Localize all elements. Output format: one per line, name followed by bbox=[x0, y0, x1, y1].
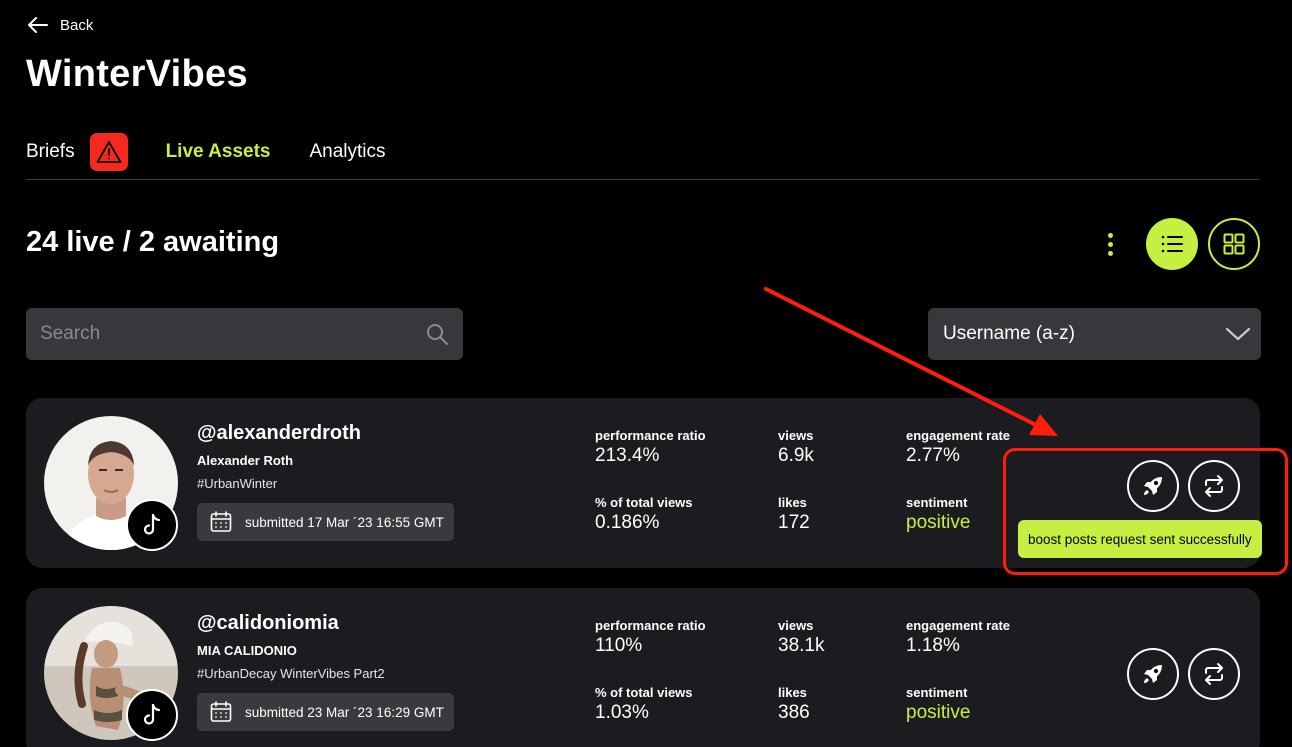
stat-value: 38.1k bbox=[778, 635, 825, 656]
stat-label: performance ratio bbox=[595, 618, 706, 633]
calendar-icon bbox=[210, 511, 232, 532]
tabs-divider bbox=[26, 179, 1260, 180]
submitted-date: submitted 23 Mar ´23 16:29 GMT bbox=[245, 704, 444, 720]
stat-engagement-rate: engagement rate 2.77% bbox=[906, 428, 1010, 467]
asset-count-heading: 24 live / 2 awaiting bbox=[26, 226, 280, 258]
tab-bar: Briefs Live Assets Analytics bbox=[26, 133, 386, 171]
calendar-icon bbox=[210, 701, 232, 722]
tab-live-assets[interactable]: Live Assets bbox=[166, 141, 271, 163]
search-icon[interactable] bbox=[425, 322, 449, 346]
arrow-left-icon bbox=[28, 17, 48, 33]
stat-engagement-rate: engagement rate 1.18% bbox=[906, 618, 1010, 657]
stat-value: 1.03% bbox=[595, 702, 649, 723]
stat-label: likes bbox=[778, 685, 807, 700]
tiktok-icon bbox=[143, 513, 161, 535]
stat-label: views bbox=[778, 618, 814, 633]
stat-performance-ratio: performance ratio 110% bbox=[595, 618, 706, 657]
repost-icon bbox=[1205, 663, 1223, 685]
stat-value: 0.186% bbox=[595, 512, 660, 533]
submitted-badge: submitted 17 Mar ´23 16:55 GMT bbox=[197, 503, 454, 541]
page-title: WinterVibes bbox=[26, 53, 248, 95]
rocket-icon bbox=[1144, 665, 1162, 683]
stat-label: likes bbox=[778, 495, 807, 510]
stat-value: 6.9k bbox=[778, 445, 814, 466]
sort-dropdown[interactable]: Username (a-z) bbox=[928, 308, 1261, 360]
tab-briefs[interactable]: Briefs bbox=[26, 133, 128, 171]
creator-name: Alexander Roth bbox=[197, 453, 294, 468]
stat-performance-ratio: performance ratio 213.4% bbox=[595, 428, 706, 467]
submitted-date: submitted 17 Mar ´23 16:55 GMT bbox=[245, 514, 444, 530]
stat-value: 172 bbox=[778, 512, 810, 533]
search-input[interactable] bbox=[26, 308, 463, 360]
stat-value: 1.18% bbox=[906, 635, 960, 656]
stat-value: positive bbox=[906, 702, 971, 723]
stat-likes: likes 172 bbox=[778, 495, 810, 534]
tiktok-badge bbox=[126, 689, 178, 741]
asset-card[interactable]: @calidoniomia MIA CALIDONIO #UrbanDecay … bbox=[26, 588, 1260, 747]
stat-views: views 38.1k bbox=[778, 618, 824, 657]
stat-value: 2.77% bbox=[906, 445, 960, 466]
hashtags: #UrbanWinter bbox=[197, 476, 278, 491]
stat-likes: likes 386 bbox=[778, 685, 810, 724]
stat-pct-total-views: % of total views 0.186% bbox=[595, 495, 693, 534]
stat-views: views 6.9k bbox=[778, 428, 814, 467]
stat-label: engagement rate bbox=[906, 618, 1011, 633]
more-vertical-icon bbox=[1107, 232, 1113, 238]
stat-label: sentiment bbox=[906, 685, 968, 700]
stat-sentiment: sentiment positive bbox=[906, 495, 970, 534]
page: Back WinterVibes Briefs Live Assets Anal… bbox=[0, 0, 1292, 747]
boost-button[interactable] bbox=[1127, 648, 1179, 700]
stat-value: 110% bbox=[595, 635, 643, 656]
list-view-button[interactable] bbox=[1146, 218, 1198, 270]
stat-label: % of total views bbox=[595, 685, 693, 700]
grid-view-button[interactable] bbox=[1208, 218, 1260, 270]
warning-badge bbox=[89, 133, 128, 171]
more-options-button[interactable] bbox=[1100, 228, 1120, 260]
repost-button[interactable] bbox=[1188, 648, 1240, 700]
search-box bbox=[26, 308, 463, 360]
tab-analytics[interactable]: Analytics bbox=[310, 141, 386, 163]
hashtags: #UrbanDecay WinterVibes Part2 bbox=[197, 666, 385, 681]
stat-pct-total-views: % of total views 1.03% bbox=[595, 685, 693, 724]
stat-value: 213.4% bbox=[595, 445, 660, 466]
back-button[interactable]: Back bbox=[26, 13, 93, 37]
stat-label: sentiment bbox=[906, 495, 968, 510]
tiktok-badge bbox=[126, 499, 178, 551]
creator-handle[interactable]: @alexanderdroth bbox=[197, 422, 361, 445]
creator-handle[interactable]: @calidoniomia bbox=[197, 612, 339, 635]
stat-value: 386 bbox=[778, 702, 810, 723]
tiktok-icon bbox=[143, 703, 161, 725]
chevron-down-icon bbox=[1225, 327, 1251, 341]
annotation-highlight-box bbox=[1003, 448, 1288, 575]
stat-label: engagement rate bbox=[906, 428, 1011, 443]
list-view-icon bbox=[1161, 235, 1183, 253]
tab-briefs-label: Briefs bbox=[26, 141, 75, 162]
stat-sentiment: sentiment positive bbox=[906, 685, 970, 724]
stat-label: performance ratio bbox=[595, 428, 706, 443]
stat-value: positive bbox=[906, 512, 971, 533]
back-label: Back bbox=[60, 16, 94, 34]
submitted-badge: submitted 23 Mar ´23 16:29 GMT bbox=[197, 693, 454, 731]
creator-name: MIA CALIDONIO bbox=[197, 643, 297, 658]
grid-view-icon bbox=[1223, 233, 1245, 255]
stat-label: views bbox=[778, 428, 814, 443]
sort-selected-value: Username (a-z) bbox=[943, 323, 1075, 344]
warning-icon bbox=[96, 141, 121, 163]
stat-label: % of total views bbox=[595, 495, 693, 510]
